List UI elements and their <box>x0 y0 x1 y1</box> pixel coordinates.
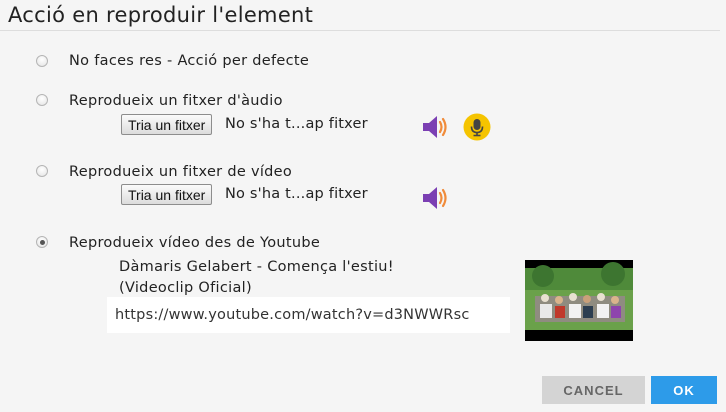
speaker-icon[interactable] <box>421 184 451 212</box>
radio-none[interactable] <box>36 55 48 67</box>
ok-button[interactable]: OK <box>651 376 717 404</box>
microphone-icon[interactable] <box>463 113 491 141</box>
option-audio-label: Reprodueix un fitxer d'àudio <box>69 93 283 109</box>
dialog-title: Acció en reproduir l'element <box>8 3 314 27</box>
youtube-video-title: Dàmaris Gelabert - Comença l'estiu! (Vid… <box>119 259 394 296</box>
option-video-label: Reprodueix un fitxer de vídeo <box>69 164 293 180</box>
video-file-button[interactable]: Tria un fitxer <box>121 184 213 205</box>
youtube-thumbnail <box>525 260 633 341</box>
radio-audio[interactable] <box>36 94 48 106</box>
radio-video[interactable] <box>36 165 48 177</box>
title-divider <box>0 30 720 31</box>
radio-youtube[interactable] <box>36 236 48 248</box>
audio-file-status: No s'ha t...ap fitxer <box>225 116 368 132</box>
option-none-label: No faces res - Acció per defecte <box>69 53 310 69</box>
audio-file-button[interactable]: Tria un fitxer <box>121 114 213 135</box>
youtube-url-input[interactable] <box>107 297 510 333</box>
cancel-button[interactable]: CANCEL <box>542 376 645 404</box>
video-file-status: No s'ha t...ap fitxer <box>225 186 368 202</box>
option-youtube-label: Reprodueix vídeo des de Youtube <box>69 235 321 251</box>
speaker-icon[interactable] <box>421 113 451 141</box>
